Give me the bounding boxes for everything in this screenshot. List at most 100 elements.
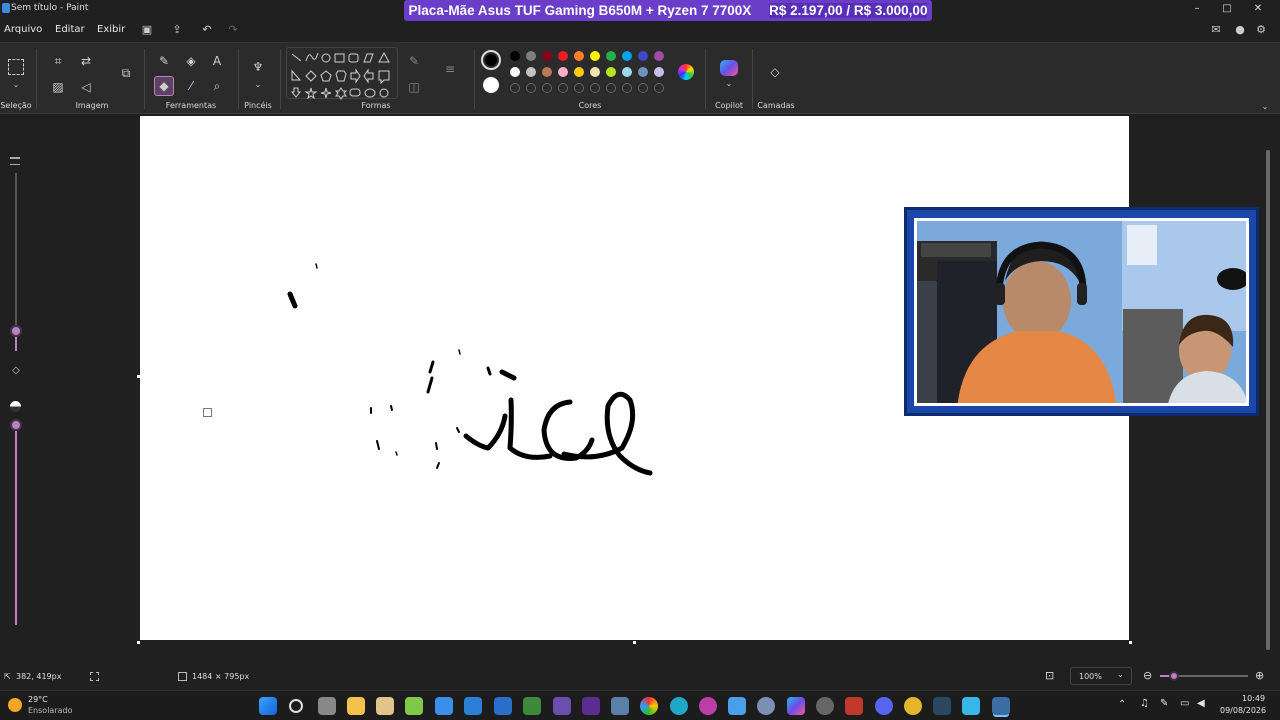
color-swatch[interactable] (542, 67, 552, 77)
color-swatch[interactable] (558, 51, 568, 61)
outline-icon[interactable]: ✎ (406, 53, 422, 69)
chrome-icon[interactable] (640, 697, 658, 715)
zoom-select[interactable]: 100% ⌄ (1070, 667, 1132, 685)
share-icon[interactable]: ⇪ (170, 23, 184, 37)
custom-color-slot[interactable] (590, 83, 600, 93)
color-swatch[interactable] (526, 51, 536, 61)
news-icon[interactable] (845, 697, 863, 715)
settings-gear-icon[interactable]: ⚙ (1254, 23, 1268, 37)
pen-icon[interactable]: ✎ (1160, 698, 1168, 709)
notepad-icon[interactable] (405, 697, 423, 715)
menu-exibir[interactable]: Exibir (97, 24, 125, 35)
task-view-icon[interactable] (318, 697, 336, 715)
custom-color-slot[interactable] (510, 83, 520, 93)
custom-color-slot[interactable] (622, 83, 632, 93)
visual-studio-code-icon[interactable] (464, 697, 482, 715)
whiteboard-icon[interactable] (962, 697, 980, 715)
maximize-button[interactable]: □ (1220, 2, 1234, 16)
fill-icon[interactable]: ◫ (406, 79, 422, 95)
color-swatch[interactable] (574, 67, 584, 77)
paint-taskbar-icon[interactable] (992, 697, 1010, 715)
chevron-up-icon[interactable]: ⌃ (1118, 699, 1126, 710)
discord-icon[interactable] (875, 697, 893, 715)
obs-icon[interactable] (699, 697, 717, 715)
resize-icon[interactable]: ⇄ (78, 53, 94, 69)
color-swatch[interactable] (542, 51, 552, 61)
color-swatch[interactable] (622, 51, 632, 61)
undo-icon[interactable]: ↶ (200, 23, 214, 37)
save-icon[interactable]: ▣ (140, 23, 154, 37)
color-swatch[interactable] (574, 51, 584, 61)
clock-time[interactable]: 10:49 (1242, 694, 1265, 703)
primary-color-swatch[interactable] (481, 50, 501, 70)
select-rectangle-icon[interactable] (8, 59, 24, 75)
clock-date[interactable]: 09/08/2026 (1220, 706, 1266, 715)
menu-editar[interactable]: Editar (55, 24, 85, 35)
vertical-scrollbar[interactable] (1266, 150, 1270, 650)
steam-icon[interactable] (933, 697, 951, 715)
settings-app-icon[interactable] (757, 697, 775, 715)
feedback-icon[interactable]: ✉ (1209, 23, 1223, 37)
volume-icon[interactable]: ◀ (1197, 698, 1205, 709)
chevron-down-icon[interactable]: ⌄ (8, 77, 24, 93)
zoom-out-icon[interactable]: ⊖ (1143, 669, 1152, 682)
start-windows-icon[interactable] (259, 697, 277, 715)
eraser-icon[interactable]: ◆ (154, 76, 174, 96)
custom-color-slot[interactable] (654, 83, 664, 93)
shapes-gallery[interactable] (286, 47, 398, 100)
app-icon[interactable] (904, 697, 922, 715)
color-swatch[interactable] (510, 51, 520, 61)
search-icon[interactable] (289, 699, 303, 713)
stroke-size-icon[interactable]: ≡ (442, 61, 458, 77)
custom-color-slot[interactable] (542, 83, 552, 93)
custom-color-slot[interactable] (574, 83, 584, 93)
eraser-mode-icon[interactable]: ◇ (8, 363, 24, 379)
color-wheel-icon[interactable] (678, 64, 694, 80)
close-button[interactable]: ✕ (1251, 2, 1265, 16)
minecraft-icon[interactable] (523, 697, 541, 715)
custom-color-slot[interactable] (526, 83, 536, 93)
custom-color-slot[interactable] (638, 83, 648, 93)
secondary-color-swatch[interactable] (483, 77, 499, 93)
custom-color-slot[interactable] (558, 83, 568, 93)
vscode-blue-icon[interactable] (435, 697, 453, 715)
color-swatch[interactable] (510, 67, 520, 77)
opacity-slider-thumb[interactable] (10, 419, 22, 431)
image-creator-icon[interactable]: ⧉ (118, 65, 134, 81)
layers-icon[interactable]: ◇ (767, 64, 783, 80)
edge-icon[interactable] (670, 697, 688, 715)
brush-icon[interactable]: ♆ (250, 59, 266, 75)
crop-icon[interactable]: ⌗ (50, 53, 66, 69)
chevron-down-icon[interactable]: ⌄ (250, 77, 266, 93)
color-swatch[interactable] (558, 67, 568, 77)
microphone-icon[interactable]: ♫ (1140, 698, 1149, 709)
color-swatch[interactable] (638, 67, 648, 77)
resize-handle[interactable] (633, 641, 636, 644)
color-swatch[interactable] (606, 51, 616, 61)
github-icon[interactable] (816, 697, 834, 715)
pencil-icon[interactable]: ✎ (156, 53, 172, 69)
account-icon[interactable]: ● (1233, 23, 1247, 37)
rotate-icon[interactable]: ◁ (78, 79, 94, 95)
color-swatch[interactable] (606, 67, 616, 77)
weather-sun-icon[interactable] (8, 698, 22, 712)
color-swatch[interactable] (654, 67, 664, 77)
ribbon-collapse-icon[interactable]: ⌄ (1257, 99, 1273, 115)
store-icon[interactable] (376, 697, 394, 715)
mail-icon[interactable] (728, 697, 746, 715)
zoom-slider-thumb[interactable] (1169, 671, 1179, 681)
resize-handle[interactable] (137, 375, 140, 378)
resize-handle[interactable] (1129, 641, 1132, 644)
menu-arquivo[interactable]: Arquivo (4, 24, 42, 35)
text-icon[interactable]: A (209, 53, 225, 69)
color-swatch[interactable] (590, 51, 600, 61)
color-swatch[interactable] (654, 51, 664, 61)
copilot-taskbar-icon[interactable] (787, 697, 805, 715)
size-slider-thumb[interactable] (10, 325, 22, 337)
twitch-heart-icon[interactable] (582, 697, 600, 715)
file-explorer-icon[interactable] (347, 697, 365, 715)
minimize-button[interactable]: – (1190, 2, 1204, 16)
color-picker-icon[interactable]: ⁄ (183, 78, 199, 94)
chevron-down-icon[interactable]: ⌄ (721, 76, 737, 92)
file-manager-icon[interactable] (611, 697, 629, 715)
